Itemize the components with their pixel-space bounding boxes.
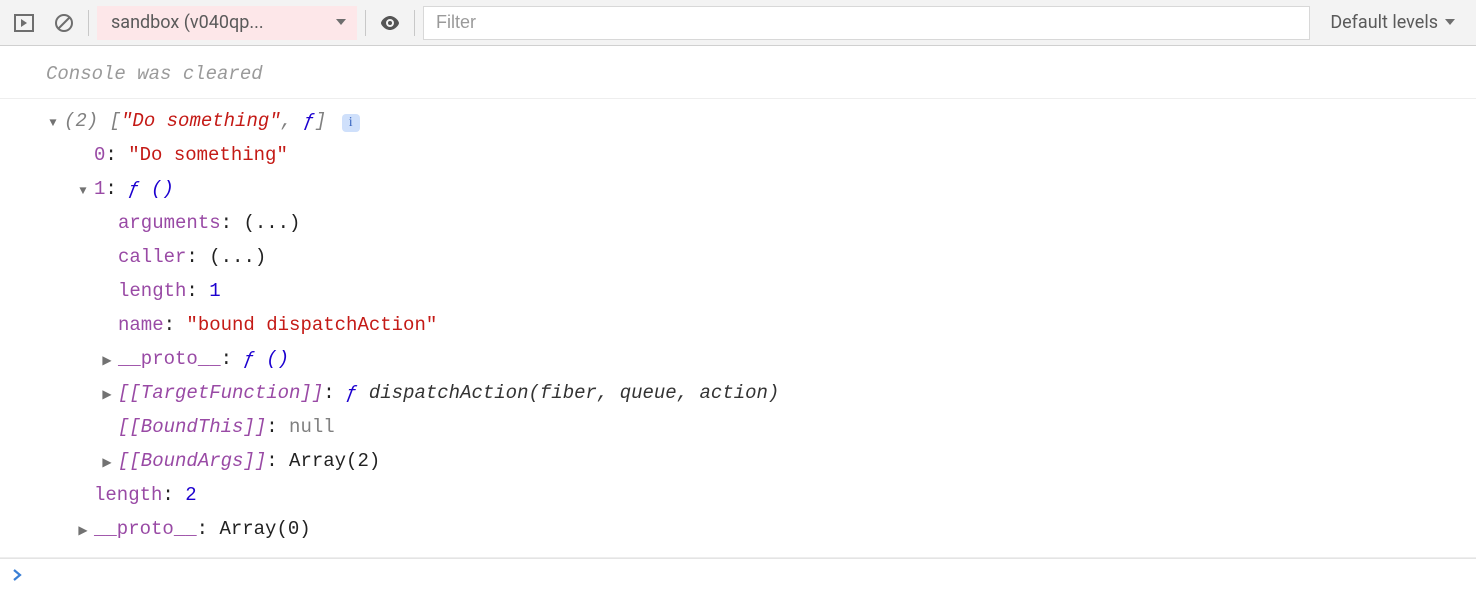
expand-toggle-icon[interactable]: ▼ (76, 175, 90, 207)
expand-toggle-icon[interactable]: ▶ (100, 379, 114, 411)
context-label: sandbox (v040qp... (111, 12, 264, 33)
property-row[interactable]: ▶ length: 1 (0, 275, 1476, 309)
array-root-row[interactable]: ▼ (2) ["Do something", ƒ] i (0, 105, 1476, 139)
chevron-down-icon (1444, 12, 1456, 33)
expand-toggle-icon[interactable]: ▼ (46, 107, 60, 139)
chevron-down-icon (335, 12, 347, 33)
clear-console-icon[interactable] (48, 7, 80, 39)
toolbar-divider (365, 10, 366, 36)
log-levels-selector[interactable]: Default levels (1318, 6, 1468, 40)
property-row[interactable]: ▶ [[BoundArgs]]: Array(2) (0, 445, 1476, 479)
console-output: Console was cleared ▼ (2) ["Do something… (0, 46, 1476, 594)
array-item-row[interactable]: ▶ 0: "Do something" (0, 139, 1476, 173)
property-row[interactable]: ▶ [[BoundThis]]: null (0, 411, 1476, 445)
property-row[interactable]: ▶ __proto__: ƒ () (0, 343, 1476, 377)
toggle-sidebar-icon[interactable] (8, 7, 40, 39)
levels-label: Default levels (1330, 12, 1438, 33)
filter-input[interactable] (423, 6, 1310, 40)
live-expression-icon[interactable] (374, 7, 406, 39)
property-row[interactable]: ▶ caller: (...) (0, 241, 1476, 275)
property-row[interactable]: ▶ [[TargetFunction]]: ƒ dispatchAction(f… (0, 377, 1476, 411)
toolbar-divider (88, 10, 89, 36)
property-row[interactable]: ▶ length: 2 (0, 479, 1476, 513)
console-toolbar: sandbox (v040qp... Default levels (0, 0, 1476, 46)
info-icon[interactable]: i (342, 114, 360, 132)
console-prompt[interactable] (0, 558, 1476, 594)
context-selector[interactable]: sandbox (v040qp... (97, 6, 357, 40)
array-item-row[interactable]: ▼ 1: ƒ () (0, 173, 1476, 207)
expand-toggle-icon[interactable]: ▶ (100, 447, 114, 479)
log-entry: ▼ (2) ["Do something", ƒ] i ▶ 0: "Do som… (0, 99, 1476, 558)
console-cleared-message: Console was cleared (0, 54, 1476, 99)
expand-toggle-icon[interactable]: ▶ (100, 345, 114, 377)
property-row[interactable]: ▶ arguments: (...) (0, 207, 1476, 241)
toolbar-divider (414, 10, 415, 36)
property-row[interactable]: ▶ __proto__: Array(0) (0, 513, 1476, 547)
prompt-chevron-icon (12, 561, 22, 593)
expand-toggle-icon[interactable]: ▶ (76, 515, 90, 547)
property-row[interactable]: ▶ name: "bound dispatchAction" (0, 309, 1476, 343)
